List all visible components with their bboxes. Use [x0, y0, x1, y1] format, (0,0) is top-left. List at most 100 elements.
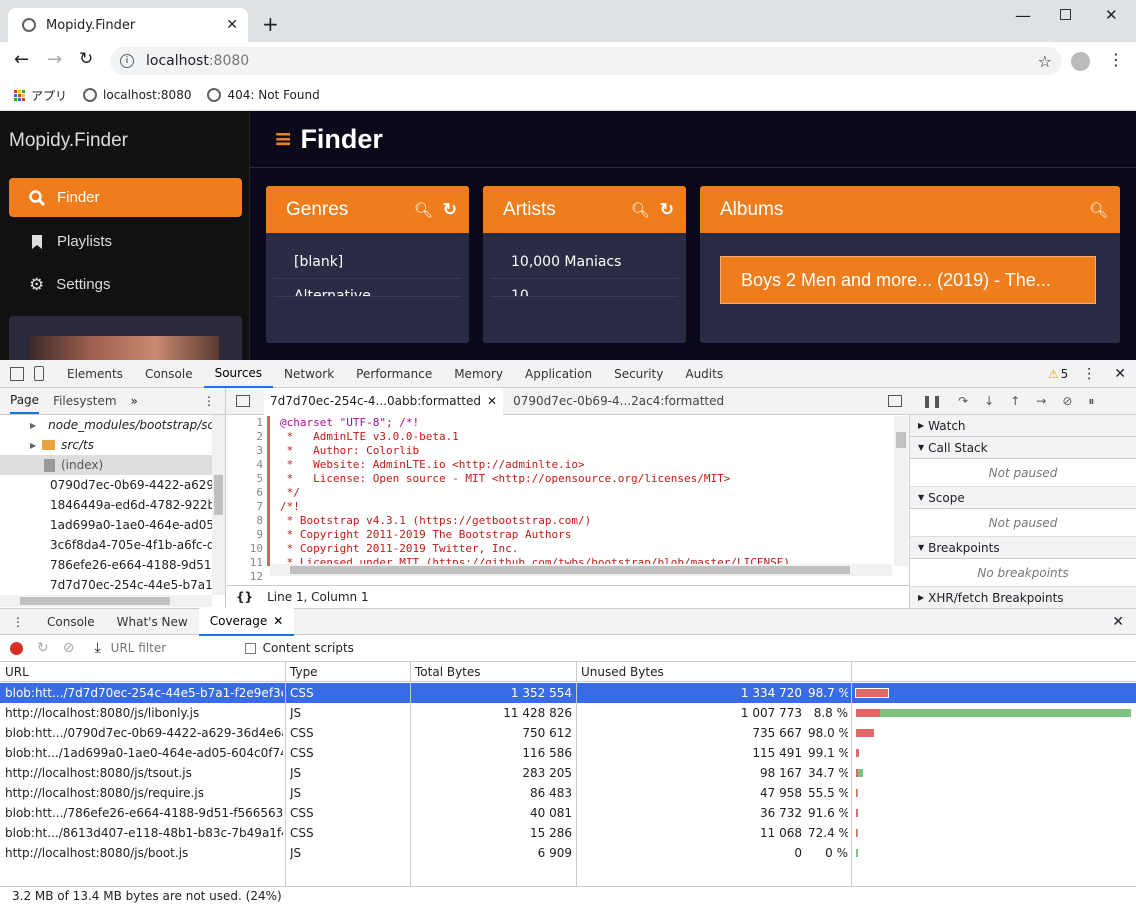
more-icon[interactable]: ⋮ [203, 394, 215, 408]
line-number[interactable]: 4 [226, 458, 263, 472]
tree-item[interactable]: 3c6f8da4-705e-4f1b-a6fc-d [0, 535, 212, 555]
horizontal-scrollbar[interactable] [270, 564, 892, 576]
menu-icon[interactable]: ⋮ [1108, 50, 1124, 69]
watch-section[interactable]: ▶ Watch [910, 415, 1136, 437]
pause-on-exceptions-icon[interactable]: ⏸ [1088, 394, 1094, 409]
drawer-tab-coverage[interactable]: Coverage ✕ [198, 607, 295, 636]
header-unused-bytes[interactable]: Unused Bytes [581, 665, 664, 679]
tab-sources[interactable]: Sources [203, 360, 274, 388]
info-icon[interactable]: i [120, 54, 134, 68]
tab-console[interactable]: Console [134, 360, 204, 388]
reload-icon[interactable]: ↻ [37, 640, 49, 656]
step-over-icon[interactable]: ↷ [958, 394, 968, 408]
hamburger-icon[interactable]: ≡ [274, 127, 292, 152]
pause-icon[interactable]: ❚❚ [922, 394, 942, 408]
url-filter-input[interactable] [110, 638, 241, 658]
export-icon[interactable]: ⤓ [94, 640, 100, 656]
album-item[interactable]: Boys 2 Men and more... (2019) - The... [720, 256, 1096, 304]
new-tab-icon[interactable]: + [262, 12, 279, 36]
horizontal-scrollbar[interactable] [0, 595, 212, 607]
warning-icon[interactable]: ⚠ [1048, 367, 1059, 381]
tree-item[interactable]: ▶ src/ts [0, 435, 212, 455]
record-icon[interactable] [10, 641, 23, 655]
tab-page[interactable]: Page [10, 388, 40, 414]
list-item[interactable]: 10 [491, 279, 678, 297]
header-type[interactable]: Type [290, 665, 318, 679]
line-number[interactable]: 11 [226, 556, 263, 570]
list-item[interactable]: Alternative [274, 279, 461, 297]
table-row[interactable]: http://localhost:8080/js/tsout.js JS 283 2… [0, 763, 1136, 783]
sidebar-item-settings[interactable]: ⚙ Settings [9, 265, 242, 304]
editor-tab[interactable]: 0790d7ec-0b69-4...2ac4:formatted [503, 394, 734, 408]
tab-audits[interactable]: Audits [674, 360, 734, 388]
step-out-icon[interactable]: ↑ [1010, 394, 1020, 408]
search-icon[interactable]: 🔍︎ [631, 201, 650, 219]
table-row[interactable]: blob:htt.../0790d7ec-0b69-4422-a629-36d4… [0, 723, 1136, 743]
avatar[interactable] [1071, 52, 1090, 71]
line-number[interactable]: 7 [226, 500, 263, 514]
close-tab-icon[interactable]: ✕ [226, 17, 238, 33]
header-total-bytes[interactable]: Total Bytes [415, 665, 481, 679]
maximize-icon[interactable] [1060, 9, 1071, 20]
tree-item[interactable]: (index) [0, 455, 212, 475]
step-icon[interactable]: → [1036, 394, 1046, 408]
inspect-icon[interactable] [10, 366, 24, 381]
deactivate-breakpoints-icon[interactable]: ⊘ [1062, 394, 1072, 408]
tree-item[interactable]: 1846449a-ed6d-4782-922b [0, 495, 212, 515]
toggle-navigator-icon[interactable] [236, 395, 250, 407]
tree-item[interactable]: ▶ node_modules/bootstrap/scss [0, 415, 212, 435]
tab-memory[interactable]: Memory [443, 360, 514, 388]
close-window-icon[interactable]: ✕ [1105, 6, 1118, 24]
scope-section[interactable]: ▼ Scope [910, 487, 1136, 509]
minimize-icon[interactable]: — [1015, 6, 1031, 25]
table-row[interactable]: blob:htt.../786efe26-e664-4188-9d51-f566… [0, 803, 1136, 823]
code-content[interactable]: @charset "UTF-8"; /*! * AdminLTE v3.0.0-… [280, 416, 890, 566]
tab-performance[interactable]: Performance [345, 360, 443, 388]
table-row[interactable]: http://localhost:8080/js/libonly.js JS 11 … [0, 703, 1136, 723]
table-row[interactable]: blob:ht.../8613d407-e118-48b1-b83c-7b49a… [0, 823, 1136, 843]
reload-icon[interactable]: ↻ [79, 49, 93, 69]
tree-item[interactable]: 7d7d70ec-254c-44e5-b7a1-f2e9ef3e0abb [0, 575, 212, 595]
vertical-scrollbar[interactable] [212, 415, 225, 595]
close-devtools-icon[interactable]: ✕ [1114, 366, 1126, 382]
header-url[interactable]: URL [5, 665, 29, 679]
bookmark-not-found[interactable]: 404: Not Found [207, 88, 320, 102]
bookmark-apps[interactable]: アプリ [14, 87, 67, 104]
table-row[interactable]: blob:htt.../7d7d70ec-254c-44e5-b7a1-f2e9… [0, 683, 1136, 703]
line-number[interactable]: 12 [226, 570, 263, 584]
line-number[interactable]: 2 [226, 430, 263, 444]
sidebar-item-playlists[interactable]: Playlists [9, 222, 242, 261]
device-toolbar-icon[interactable] [34, 366, 44, 381]
line-number[interactable]: 9 [226, 528, 263, 542]
call-stack-section[interactable]: ▼ Call Stack [910, 437, 1136, 459]
line-number[interactable]: 3 [226, 444, 263, 458]
back-icon[interactable]: ← [14, 49, 29, 70]
tab-network[interactable]: Network [273, 360, 345, 388]
breakpoints-section[interactable]: ▼ Breakpoints [910, 537, 1136, 559]
line-number[interactable]: 5 [226, 472, 263, 486]
star-icon[interactable]: ☆ [1038, 52, 1052, 71]
more-tabs-icon[interactable]: » [131, 394, 138, 408]
search-icon[interactable]: 🔍︎ [414, 201, 433, 219]
toggle-debugger-icon[interactable] [888, 395, 902, 407]
table-row[interactable]: http://localhost:8080/js/boot.js JS 6 909 0… [0, 843, 1136, 863]
tree-item[interactable]: 786efe26-e664-4188-9d51-f566563c8c65 [0, 555, 212, 575]
step-into-icon[interactable]: ↓ [984, 394, 994, 408]
more-icon[interactable]: ⋮ [1082, 366, 1096, 382]
line-number[interactable]: 10 [226, 542, 263, 556]
editor-tab[interactable]: 7d7d70ec-254c-4...0abb:formatted ✕ [264, 387, 504, 415]
bookmark-localhost[interactable]: localhost:8080 [83, 88, 191, 102]
refresh-icon[interactable]: ↻ [443, 200, 457, 220]
table-row[interactable]: http://localhost:8080/js/require.js JS 86 … [0, 783, 1136, 803]
browser-tab[interactable]: Mopidy.Finder ✕ [8, 8, 248, 42]
address-bar[interactable]: i localhost :8080 ☆ [110, 47, 1062, 75]
line-number[interactable]: 8 [226, 514, 263, 528]
forward-icon[interactable]: → [47, 49, 62, 70]
pretty-print-icon[interactable]: {} [236, 590, 253, 604]
table-row[interactable]: blob:ht.../1ad699a0-1ae0-464e-ad05-604c0… [0, 743, 1136, 763]
tab-filesystem[interactable]: Filesystem [53, 394, 116, 408]
tree-item[interactable]: 1ad699a0-1ae0-464e-ad05-604c0f74b62e [0, 515, 212, 535]
search-icon[interactable]: 🔍︎ [1089, 201, 1108, 219]
tab-elements[interactable]: Elements [56, 360, 134, 388]
line-number[interactable]: 6 [226, 486, 263, 500]
